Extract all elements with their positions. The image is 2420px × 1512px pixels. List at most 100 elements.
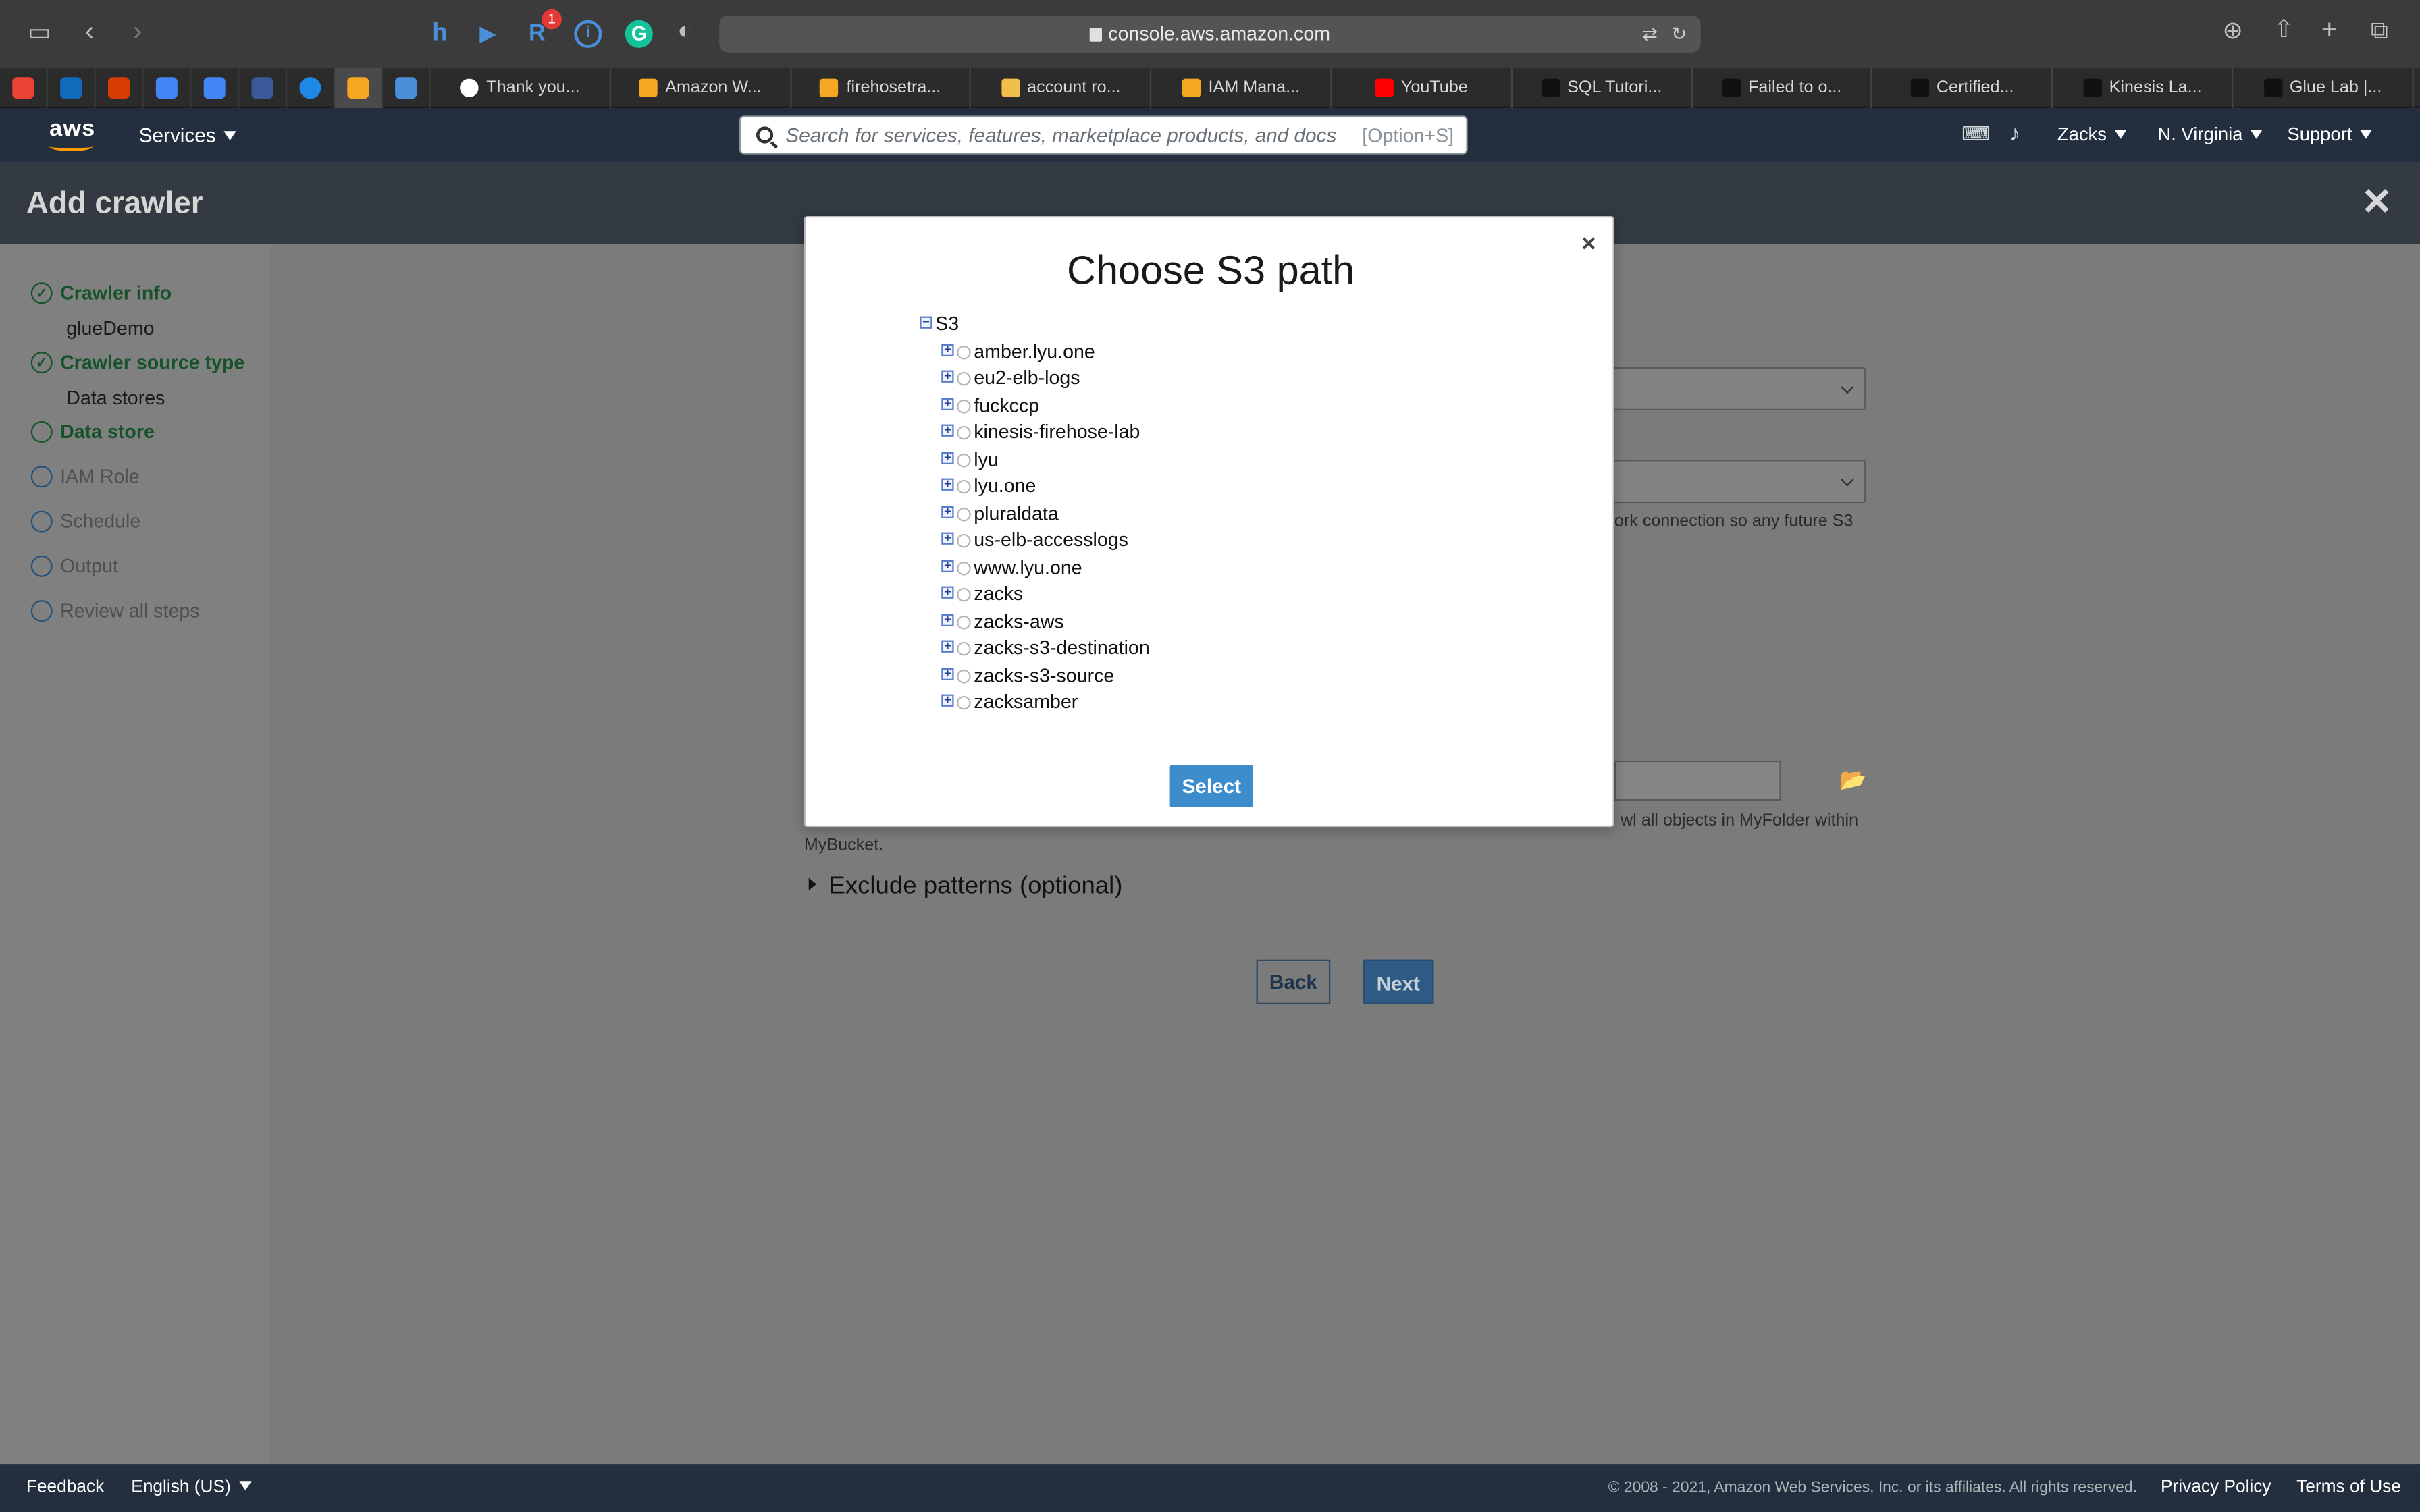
language-select[interactable]: English (US)	[131, 1478, 251, 1496]
bucket-radio[interactable]	[957, 533, 971, 548]
sidebar-toggle-icon[interactable]: ▭	[28, 21, 51, 47]
bucket-radio[interactable]	[957, 614, 971, 629]
aws-logo[interactable]: aws	[49, 115, 95, 151]
shield-icon[interactable]: ◐	[677, 20, 692, 45]
extension-h-icon[interactable]: h	[426, 20, 454, 48]
expand-icon[interactable]: +	[941, 504, 954, 518]
expand-icon[interactable]: +	[941, 450, 954, 464]
address-bar[interactable]: console.aws.amazon.com ⇄ ↻	[719, 15, 1701, 53]
tab-favicon	[1910, 78, 1929, 97]
account-menu[interactable]: Zacks	[2057, 124, 2127, 145]
bucket-radio[interactable]	[957, 641, 971, 656]
tab-overview-icon[interactable]: ⧉	[2371, 20, 2388, 45]
reload-icon[interactable]: ↻	[1671, 16, 1687, 53]
pinned-tab[interactable]	[96, 67, 144, 107]
password-manager-icon[interactable]: i	[574, 20, 602, 48]
browser-tab[interactable]: Failed to o...	[1692, 67, 1873, 107]
expand-icon[interactable]: +	[941, 666, 954, 680]
step-data-store[interactable]: Data store	[30, 421, 155, 443]
chevron-down-icon	[1841, 473, 1854, 487]
caret-down-icon	[2250, 129, 2263, 139]
step-crawler-info[interactable]: ✓ Crawler info	[30, 282, 172, 304]
pinned-tab[interactable]	[48, 67, 96, 107]
browser-tab[interactable]: Glue Lab |...	[2233, 67, 2414, 107]
tab-label: SQL Tutori...	[1567, 78, 1662, 97]
close-icon[interactable]: ×	[1581, 232, 1596, 259]
pinned-tab[interactable]	[191, 67, 240, 107]
terms-link[interactable]: Terms of Use	[2296, 1478, 2401, 1496]
expand-icon[interactable]: +	[941, 558, 954, 572]
browser-tab[interactable]: Certified...	[1872, 67, 2053, 107]
step-source-type[interactable]: ✓ Crawler source type	[30, 352, 245, 374]
bucket-radio[interactable]	[957, 560, 971, 575]
circle-icon	[30, 466, 53, 488]
connection-select[interactable]	[1605, 460, 1866, 504]
bucket-radio[interactable]	[957, 587, 971, 602]
bucket-radio[interactable]	[957, 344, 971, 359]
data-store-select[interactable]	[1605, 367, 1866, 410]
cloudshell-icon[interactable]: ⌨	[1962, 122, 1991, 147]
bucket-radio[interactable]	[957, 371, 971, 386]
expand-icon[interactable]: +	[941, 693, 954, 707]
bucket-radio[interactable]	[957, 425, 971, 440]
expand-icon[interactable]: +	[941, 612, 954, 626]
pinned-tab[interactable]	[0, 67, 48, 107]
pinned-tab-active[interactable]	[334, 67, 383, 107]
expand-icon[interactable]: +	[941, 477, 954, 491]
select-button[interactable]: Select	[1169, 765, 1253, 807]
pinned-tab[interactable]	[144, 67, 192, 107]
exclude-patterns-toggle[interactable]: Exclude patterns (optional)	[808, 873, 1122, 901]
browser-tab[interactable]: SQL Tutori...	[1512, 67, 1693, 107]
expand-icon[interactable]: +	[941, 423, 954, 437]
collapse-icon[interactable]: −	[920, 315, 932, 329]
share-icon[interactable]: ⇧	[2273, 18, 2294, 43]
expand-icon[interactable]: +	[941, 369, 954, 383]
bucket-radio[interactable]	[957, 398, 971, 413]
include-path-input[interactable]	[1614, 760, 1781, 801]
privacy-link[interactable]: Privacy Policy	[2161, 1478, 2271, 1496]
close-icon[interactable]: ✕	[2361, 180, 2392, 225]
browser-tab[interactable]: account ro...	[972, 67, 1152, 107]
browser-tab[interactable]: Thank you...	[431, 67, 611, 107]
bucket-radio[interactable]	[957, 506, 971, 521]
feedback-link[interactable]: Feedback	[26, 1478, 104, 1496]
pinned-tab[interactable]	[239, 67, 288, 107]
url-text: console.aws.amazon.com	[1108, 23, 1331, 45]
next-button[interactable]: Next	[1363, 959, 1434, 1004]
region-label: N. Virginia	[2157, 123, 2243, 145]
back-nav-icon[interactable]: ‹	[85, 17, 95, 45]
expand-icon[interactable]: +	[941, 639, 954, 653]
bucket-radio[interactable]	[957, 695, 971, 710]
bucket-radio[interactable]	[957, 668, 971, 683]
pinned-tab[interactable]	[383, 67, 431, 107]
grammarly-icon[interactable]: G	[625, 20, 653, 48]
bucket-radio[interactable]	[957, 479, 971, 494]
browser-tab[interactable]: firehosetra...	[791, 67, 972, 107]
bucket-radio[interactable]	[957, 452, 971, 467]
browser-tab[interactable]: IAM Mana...	[1152, 67, 1332, 107]
support-menu[interactable]: Support	[2287, 124, 2373, 145]
browser-tab[interactable]: Amazon W...	[611, 67, 791, 107]
region-menu[interactable]: N. Virginia	[2157, 124, 2263, 145]
bell-icon[interactable]: ♪	[2009, 120, 2020, 145]
caret-down-icon	[238, 1481, 251, 1490]
tab-favicon	[639, 78, 658, 97]
search-input[interactable]: Search for services, features, marketpla…	[739, 115, 1468, 155]
browser-tab[interactable]: YouTube	[1332, 67, 1512, 107]
services-menu[interactable]: Services	[139, 124, 236, 146]
expand-icon[interactable]: +	[941, 396, 954, 410]
folder-open-icon[interactable]: 📂	[1840, 767, 1867, 793]
expand-icon[interactable]: +	[941, 531, 954, 545]
download-icon[interactable]: ⊕	[2222, 20, 2243, 45]
tab-label: YouTube	[1400, 78, 1468, 97]
forward-nav-icon[interactable]: ›	[133, 17, 142, 45]
extension-play-icon[interactable]: ▶	[474, 20, 502, 48]
pinned-tab[interactable]	[287, 67, 335, 107]
back-button[interactable]: Back	[1256, 959, 1331, 1004]
browser-tab[interactable]: Kinesis La...	[2053, 67, 2234, 107]
translate-icon[interactable]: ⇄	[1642, 16, 1658, 53]
search-shortcut: [Option+S]	[1362, 124, 1454, 146]
expand-icon[interactable]: +	[941, 585, 954, 599]
expand-icon[interactable]: +	[941, 342, 954, 356]
new-tab-icon[interactable]: +	[2321, 16, 2338, 43]
